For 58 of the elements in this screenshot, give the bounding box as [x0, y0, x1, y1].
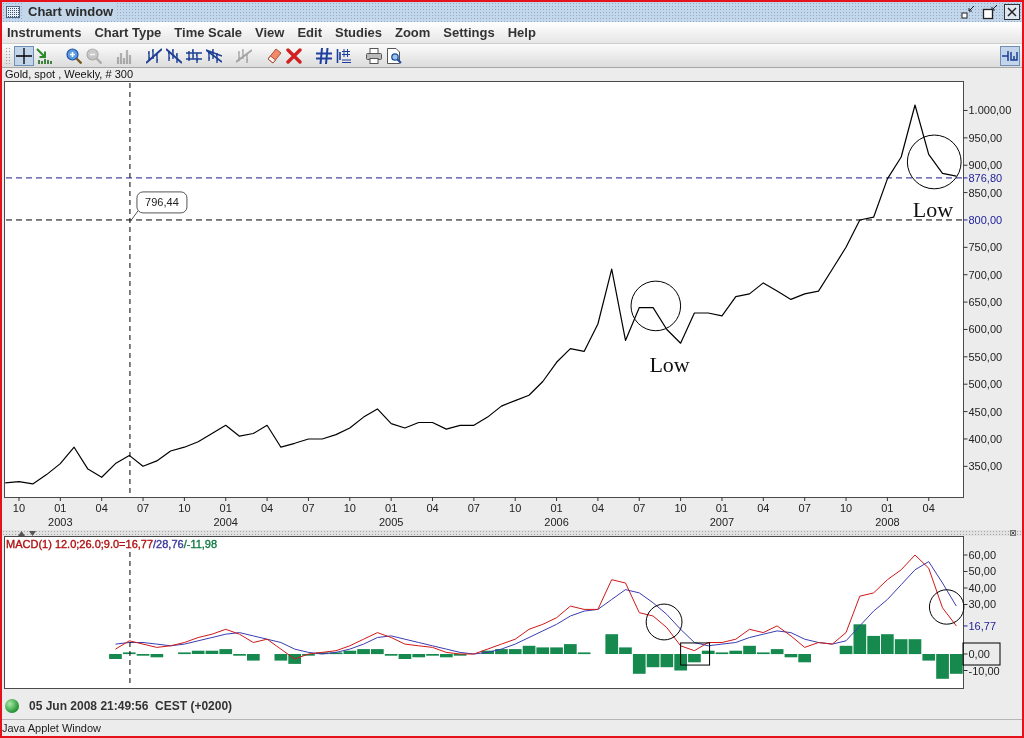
axis-label: 07 — [633, 502, 646, 514]
axis-label: 07 — [467, 502, 480, 514]
axis-label: 850,00 — [968, 186, 1003, 199]
axis-label: 07 — [798, 502, 811, 514]
axis-label: 1.000,00 — [968, 104, 1012, 117]
annotation-label: Low — [912, 196, 954, 222]
indicator-legend: MACD(1) 12.0;26.0;9.0=16,77/28,76/-11,98 — [6, 538, 218, 550]
axis-label: 2003 — [48, 516, 73, 528]
axis-label: 400,00 — [968, 432, 1003, 445]
axis-label: 550,00 — [968, 350, 1003, 363]
level-label: 876,80 — [968, 171, 1003, 184]
window-title: Chart window — [24, 3, 118, 21]
axis-label: 01 — [715, 502, 729, 514]
axis-label: 2005 — [378, 516, 404, 528]
axis-label: 04 — [95, 502, 108, 514]
applet-window-label: Java Applet Window — [2, 721, 102, 735]
axis-label: 40,00 — [968, 582, 997, 594]
axis-label: 750,00 — [968, 241, 1003, 254]
axis-label: 60,00 — [968, 549, 997, 561]
level-label: 800,00 — [968, 213, 1003, 226]
axis-label: 10 — [343, 502, 356, 514]
axis-label: 500,00 — [968, 378, 1003, 391]
axis-label: 04 — [260, 502, 274, 514]
axis-label: 350,00 — [968, 460, 1003, 473]
axis-label: 900,00 — [968, 159, 1003, 172]
axis-label: 10 — [178, 502, 191, 514]
axis-label: 2006 — [544, 516, 569, 528]
axis-label: 01 — [385, 502, 398, 514]
axis-label: 0,00 — [968, 648, 990, 660]
axis-label: 10 — [674, 502, 687, 514]
axis-label: 950,00 — [968, 131, 1003, 144]
axis-label: 07 — [302, 502, 315, 514]
chart-title: Gold, spot , Weekly, # 300 — [5, 68, 133, 80]
axis-label: 01 — [219, 502, 232, 514]
axis-label: 10 — [509, 502, 522, 514]
axis-label: 30,00 — [968, 598, 997, 611]
axis-label: 04 — [922, 502, 935, 514]
axis-label: 2007 — [709, 516, 735, 528]
axis-label: 01 — [881, 502, 894, 514]
axis-label: 04 — [757, 502, 770, 514]
axis-label: 01 — [550, 502, 563, 514]
level-label: 16,77 — [968, 619, 997, 632]
axis-label: 04 — [426, 502, 439, 514]
axis-label: 50,00 — [968, 565, 997, 578]
axis-label: -10,00 — [968, 664, 1000, 677]
axis-label: 600,00 — [968, 323, 1003, 336]
status-text: 05 Jun 2008 21:49:56 CEST (+0200) — [29, 697, 233, 715]
axis-label: 01 — [54, 502, 67, 514]
axis-label: 07 — [136, 502, 150, 514]
axis-label: 650,00 — [968, 296, 1003, 309]
axis-label: 2004 — [213, 516, 238, 528]
annotation-label: Low — [649, 351, 690, 377]
axis-label: 10 — [839, 502, 853, 514]
axis-label: 700,00 — [968, 268, 1003, 281]
axis-label: 04 — [591, 502, 605, 514]
axis-label: 10 — [12, 502, 26, 514]
axis-label: 2008 — [875, 516, 900, 528]
axis-label: 450,00 — [968, 405, 1003, 418]
